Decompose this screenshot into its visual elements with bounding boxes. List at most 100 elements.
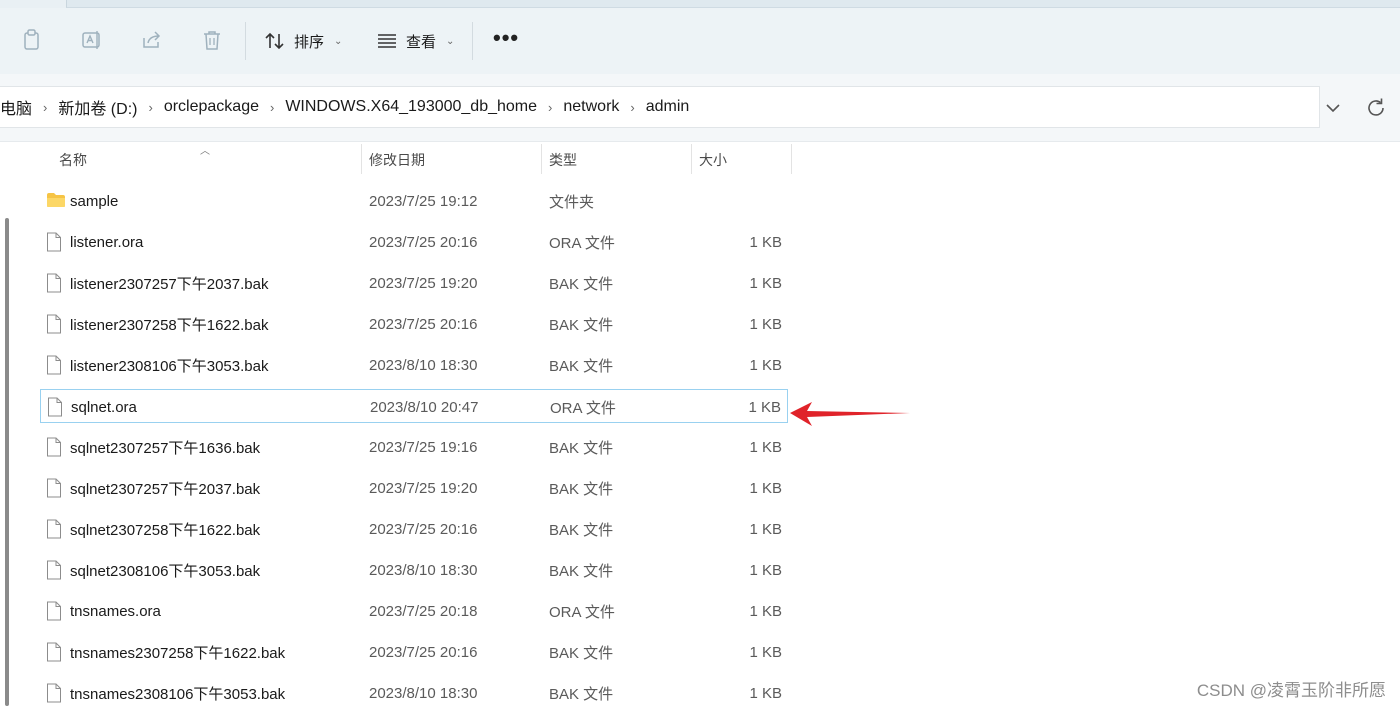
file-modified: 2023/8/10 18:30 — [369, 356, 478, 374]
tab-edge — [66, 0, 1400, 8]
file-row[interactable]: listener2308106下午3053.bak 2023/8/10 18:30… — [40, 348, 788, 382]
breadcrumb-item[interactable]: orclepackage — [164, 98, 259, 116]
breadcrumb-item[interactable]: admin — [646, 98, 690, 116]
column-divider[interactable] — [691, 144, 692, 174]
file-size: 1 KB — [749, 438, 782, 456]
file-modified: 2023/8/10 18:30 — [369, 561, 478, 579]
breadcrumb-item[interactable]: 电脑 — [0, 95, 32, 119]
column-type-header[interactable]: 类型 — [549, 142, 577, 178]
file-icon — [46, 355, 64, 375]
file-name: listener2307257下午2037.bak — [70, 275, 269, 293]
file-row[interactable]: tnsnames2308106下午3053.bak 2023/8/10 18:30… — [40, 676, 788, 706]
file-modified: 2023/7/25 20:16 — [369, 643, 478, 661]
file-type: ORA 文件 — [549, 603, 615, 621]
file-row[interactable]: tnsnames2307258下午1622.bak 2023/7/25 20:16… — [40, 635, 788, 669]
file-size: 1 KB — [749, 520, 782, 538]
file-row[interactable]: listener2307257下午2037.bak 2023/7/25 19:20… — [40, 266, 788, 300]
chevron-right-icon[interactable]: › — [270, 100, 274, 115]
refresh-icon[interactable] — [1364, 96, 1388, 120]
breadcrumb-item[interactable]: WINDOWS.X64_193000_db_home — [285, 98, 537, 116]
file-icon — [46, 232, 64, 252]
file-type: BAK 文件 — [549, 521, 614, 539]
file-row[interactable]: sample 2023/7/25 19:12 文件夹 — [40, 184, 788, 218]
file-name: listener2308106下午3053.bak — [70, 357, 269, 375]
file-size: 1 KB — [749, 233, 782, 251]
sort-icon — [265, 32, 284, 50]
delete-icon[interactable] — [199, 27, 225, 53]
file-row-selected[interactable]: sqlnet.ora 2023/8/10 20:47 ORA 文件 1 KB — [40, 389, 788, 423]
file-size: 1 KB — [748, 398, 781, 416]
file-modified: 2023/7/25 19:20 — [369, 479, 478, 497]
file-icon — [46, 601, 64, 621]
view-label: 查看 — [406, 33, 437, 51]
file-type: ORA 文件 — [549, 234, 615, 252]
view-button[interactable]: 查看 ⌄ — [376, 25, 454, 57]
breadcrumb-item[interactable]: network — [563, 98, 619, 116]
file-size: 1 KB — [749, 315, 782, 333]
chevron-down-icon: ⌄ — [446, 35, 455, 47]
sort-caret-icon: ︿ — [200, 146, 210, 157]
file-name: sqlnet.ora — [71, 398, 137, 416]
chevron-right-icon[interactable]: › — [43, 100, 47, 115]
file-row[interactable]: tnsnames.ora 2023/7/25 20:18 ORA 文件 1 KB — [40, 594, 788, 628]
file-size: 1 KB — [749, 274, 782, 292]
file-row[interactable]: listener.ora 2023/7/25 20:16 ORA 文件 1 KB — [40, 225, 788, 259]
column-header: ︿ 名称 修改日期 类型 大小 — [0, 142, 1400, 178]
file-row[interactable]: sqlnet2307257下午1636.bak 2023/7/25 19:16 BA… — [40, 430, 788, 464]
column-modified-header[interactable]: 修改日期 — [369, 142, 425, 178]
file-size: 1 KB — [749, 684, 782, 702]
chevron-down-icon[interactable] — [1322, 98, 1344, 118]
file-type: ORA 文件 — [550, 399, 616, 417]
copy-icon[interactable] — [19, 27, 45, 53]
file-icon — [46, 519, 64, 539]
file-name: sqlnet2308106下午3053.bak — [70, 562, 261, 580]
share-icon[interactable] — [139, 27, 165, 53]
file-row[interactable]: sqlnet2307257下午2037.bak 2023/7/25 19:20 BA… — [40, 471, 788, 505]
breadcrumb[interactable]: 电脑 › 新加卷 (D:) › orclepackage › WINDOWS.X64_193… — [0, 86, 1320, 128]
file-icon — [46, 314, 64, 334]
toolbar-divider — [472, 22, 473, 60]
file-modified: 2023/7/25 20:16 — [369, 315, 478, 333]
sort-button[interactable]: 排序 ⌄ — [264, 25, 342, 57]
more-options-button[interactable]: ••• — [493, 27, 519, 49]
chevron-right-icon[interactable]: › — [630, 100, 634, 115]
column-size-header[interactable]: 大小 — [699, 142, 727, 178]
file-modified: 2023/8/10 18:30 — [369, 684, 478, 702]
file-row[interactable]: listener2307258下午1622.bak 2023/7/25 20:16… — [40, 307, 788, 341]
file-name: sqlnet2307258下午1622.bak — [70, 521, 261, 539]
rename-icon[interactable] — [79, 27, 105, 53]
file-size: 1 KB — [749, 561, 782, 579]
chevron-right-icon[interactable]: › — [548, 100, 552, 115]
file-type: BAK 文件 — [549, 316, 614, 334]
title-strip — [0, 0, 1400, 8]
column-divider[interactable] — [361, 144, 362, 174]
breadcrumb-item[interactable]: 新加卷 (D:) — [58, 95, 137, 119]
column-divider[interactable] — [791, 144, 792, 174]
file-name: listener.ora — [70, 233, 144, 251]
file-modified: 2023/7/25 20:16 — [369, 520, 478, 538]
vertical-scrollbar[interactable] — [5, 218, 9, 706]
folder-icon — [46, 191, 65, 211]
file-icon — [46, 560, 64, 580]
file-icon — [46, 273, 64, 293]
file-name: sample — [70, 192, 119, 210]
command-bar: 排序 ⌄ 查看 ⌄ ••• — [0, 8, 1400, 74]
column-divider[interactable] — [541, 144, 542, 174]
file-size: 1 KB — [749, 479, 782, 497]
file-type: BAK 文件 — [549, 480, 614, 498]
file-icon — [47, 397, 65, 417]
file-icon — [46, 642, 64, 662]
file-name: tnsnames.ora — [70, 602, 161, 620]
file-row[interactable]: sqlnet2307258下午1622.bak 2023/7/25 20:16 BA… — [40, 512, 788, 546]
file-row[interactable]: sqlnet2308106下午3053.bak 2023/8/10 18:30 BA… — [40, 553, 788, 587]
file-icon — [46, 683, 64, 703]
file-modified: 2023/7/25 20:18 — [369, 602, 478, 620]
sort-label: 排序 — [294, 33, 325, 51]
chevron-right-icon[interactable]: › — [148, 100, 152, 115]
watermark: CSDN @凌霄玉阶非所愿 — [1196, 681, 1386, 700]
annotation-arrow-icon — [790, 402, 910, 426]
file-modified: 2023/7/25 19:16 — [369, 438, 478, 456]
column-name-header[interactable]: 名称 — [59, 142, 87, 178]
chevron-down-icon: ⌄ — [334, 35, 343, 47]
address-area: 电脑 › 新加卷 (D:) › orclepackage › WINDOWS.X64_193… — [0, 74, 1400, 142]
